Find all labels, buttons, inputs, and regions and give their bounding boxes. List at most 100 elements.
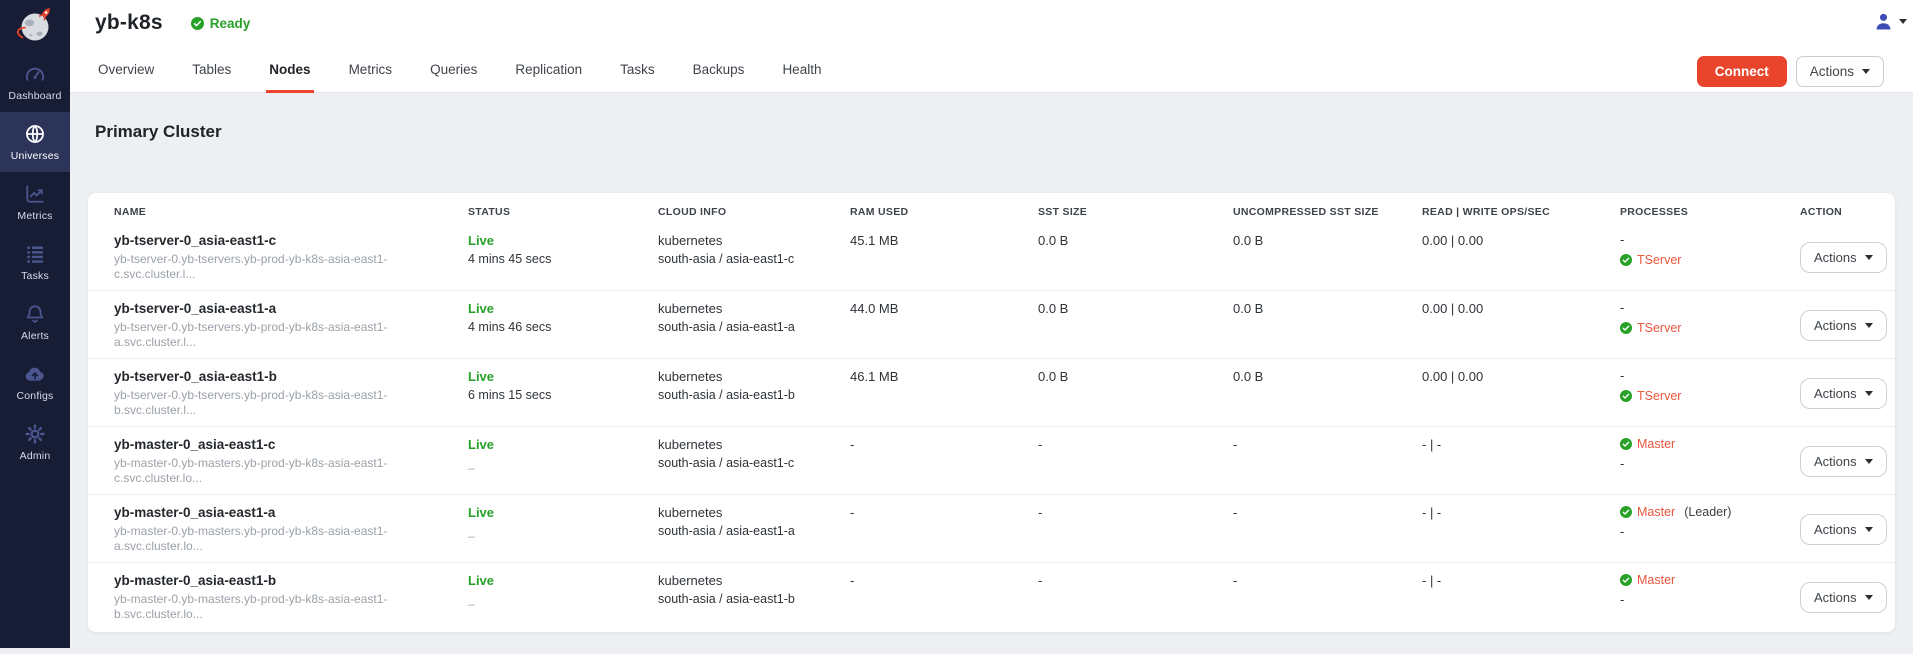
- tab-replication[interactable]: Replication: [515, 46, 582, 93]
- node-uptime: _: [468, 524, 658, 539]
- node-status: Live: [468, 232, 658, 249]
- node-cloud: kubernetes: [658, 300, 850, 317]
- node-actions-button[interactable]: Actions: [1800, 242, 1887, 273]
- chevron-down-icon: [1865, 323, 1873, 328]
- node-actions-button[interactable]: Actions: [1800, 310, 1887, 341]
- node-ram-used: 45.1 MB: [850, 232, 1038, 282]
- dashboard-gauge-icon: [24, 63, 46, 85]
- yugabyte-logo[interactable]: [0, 0, 70, 52]
- node-sst-size: -: [1038, 572, 1233, 622]
- tab-metrics[interactable]: Metrics: [349, 46, 393, 93]
- chevron-down-icon: [1865, 255, 1873, 260]
- chevron-down-icon: [1865, 527, 1873, 532]
- node-uncompressed-sst-size: -: [1233, 436, 1422, 486]
- node-read-write-ops: 0.00 | 0.00: [1422, 368, 1620, 418]
- yugabyte-globe-rocket-icon: [14, 4, 56, 48]
- universe-name: yb-k8s: [95, 11, 163, 35]
- user-icon: [1873, 11, 1894, 32]
- process-name: TServer: [1637, 320, 1681, 336]
- node-ram-used: -: [850, 436, 1038, 486]
- tab-nodes[interactable]: Nodes: [269, 46, 310, 93]
- toolbar: Connect Actions: [1697, 56, 1884, 87]
- node-uptime: _: [468, 456, 658, 471]
- node-status: Live: [468, 572, 658, 589]
- node-actions-label: Actions: [1814, 590, 1857, 605]
- process-placeholder: -: [1620, 592, 1800, 608]
- sidebar-item-label: Configs: [16, 390, 53, 402]
- process-badge: Master (Leader): [1620, 504, 1800, 520]
- node-ram-used: 44.0 MB: [850, 300, 1038, 350]
- process-name: TServer: [1637, 388, 1681, 404]
- tab-queries[interactable]: Queries: [430, 46, 477, 93]
- process-placeholder: -: [1620, 456, 1800, 472]
- node-uncompressed-sst-size: 0.0 B: [1233, 232, 1422, 282]
- node-name: yb-master-0_asia-east1-a: [114, 504, 468, 521]
- tab-overview[interactable]: Overview: [98, 46, 154, 93]
- process-name: Master: [1637, 504, 1675, 520]
- node-status: Live: [468, 300, 658, 317]
- check-circle-icon: [1620, 574, 1632, 586]
- node-actions-button[interactable]: Actions: [1800, 582, 1887, 613]
- chevron-down-icon: [1865, 459, 1873, 464]
- node-actions-button[interactable]: Actions: [1800, 514, 1887, 545]
- sidebar-item-admin[interactable]: Admin: [0, 412, 70, 472]
- check-circle-icon: [1620, 322, 1632, 334]
- node-fqdn: yb-tserver-0.yb-tservers.yb-prod-yb-k8s-…: [114, 388, 468, 418]
- node-actions-label: Actions: [1814, 250, 1857, 265]
- node-sst-size: -: [1038, 504, 1233, 554]
- sidebar-item-label: Admin: [20, 450, 51, 462]
- tab-health[interactable]: Health: [782, 46, 821, 93]
- node-cloud: kubernetes: [658, 504, 850, 521]
- sidebar-item-metrics[interactable]: Metrics: [0, 172, 70, 232]
- node-region: south-asia / asia-east1-a: [658, 524, 850, 539]
- sidebar-item-dashboard[interactable]: Dashboard: [0, 52, 70, 112]
- tab-backups[interactable]: Backups: [693, 46, 745, 93]
- sidebar-item-configs[interactable]: Configs: [0, 352, 70, 412]
- nodes-table-card: NAME STATUS CLOUD INFO RAM USED SST SIZE…: [88, 193, 1895, 632]
- node-cloud: kubernetes: [658, 572, 850, 589]
- check-circle-icon: [191, 17, 204, 30]
- node-actions-button[interactable]: Actions: [1800, 446, 1887, 477]
- node-fqdn: yb-master-0.yb-masters.yb-prod-yb-k8s-as…: [114, 524, 468, 554]
- process-badge: TServer: [1620, 388, 1800, 404]
- process-badge: TServer: [1620, 252, 1800, 268]
- universe-actions-button[interactable]: Actions: [1796, 56, 1884, 87]
- node-actions-button[interactable]: Actions: [1800, 378, 1887, 409]
- column-header-status: STATUS: [468, 206, 658, 218]
- node-sst-size: 0.0 B: [1038, 368, 1233, 418]
- admin-gear-icon: [24, 423, 46, 445]
- chevron-down-icon: [1862, 69, 1870, 74]
- connect-button[interactable]: Connect: [1697, 56, 1787, 87]
- node-uncompressed-sst-size: -: [1233, 504, 1422, 554]
- process-leader-label: (Leader): [1684, 504, 1731, 520]
- tab-tables[interactable]: Tables: [192, 46, 231, 93]
- sidebar-item-alerts[interactable]: Alerts: [0, 292, 70, 352]
- node-sst-size: 0.0 B: [1038, 300, 1233, 350]
- sidebar-item-universes[interactable]: Universes: [0, 112, 70, 172]
- node-cloud: kubernetes: [658, 368, 850, 385]
- configs-cloud-upload-icon: [24, 363, 46, 385]
- node-fqdn: yb-tserver-0.yb-tservers.yb-prod-yb-k8s-…: [114, 252, 468, 282]
- tasks-list-icon: [24, 243, 46, 265]
- check-circle-icon: [1620, 390, 1632, 402]
- node-uptime: _: [468, 592, 658, 607]
- node-region: south-asia / asia-east1-b: [658, 592, 850, 607]
- node-status: Live: [468, 504, 658, 521]
- node-name: yb-master-0_asia-east1-b: [114, 572, 468, 589]
- node-actions-label: Actions: [1814, 386, 1857, 401]
- sidebar-item-tasks[interactable]: Tasks: [0, 232, 70, 292]
- column-header-uncompressed-sst-size: UNCOMPRESSED SST SIZE: [1233, 206, 1422, 218]
- user-menu[interactable]: [1873, 11, 1907, 32]
- process-badge: Master: [1620, 436, 1800, 452]
- column-header-processes: PROCESSES: [1620, 206, 1800, 218]
- sidebar: Dashboard Universes Metrics: [0, 0, 70, 648]
- tab-tasks[interactable]: Tasks: [620, 46, 655, 93]
- node-sst-size: -: [1038, 436, 1233, 486]
- node-ram-used: -: [850, 572, 1038, 622]
- chevron-down-icon: [1865, 595, 1873, 600]
- node-region: south-asia / asia-east1-b: [658, 388, 850, 403]
- process-placeholder: -: [1620, 524, 1800, 540]
- node-actions-label: Actions: [1814, 454, 1857, 469]
- process-placeholder: -: [1620, 232, 1800, 248]
- node-actions-label: Actions: [1814, 318, 1857, 333]
